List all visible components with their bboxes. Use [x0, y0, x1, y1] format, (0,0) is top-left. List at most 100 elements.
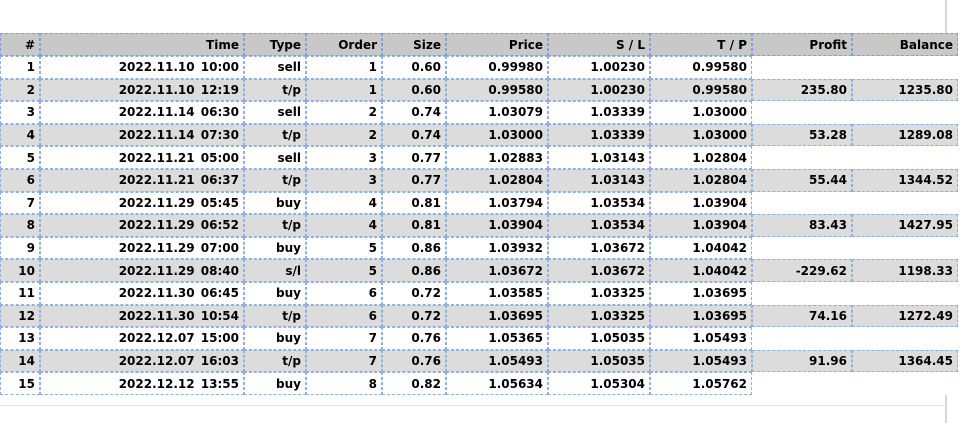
table-row[interactable]: 7 2022.11.29 05:45 buy 4 0.81 1.03794 1.03534 1… [0, 191, 958, 215]
cell-date: 2022.11.29 [118, 241, 195, 256]
cell-profit: 55.44 [752, 168, 852, 192]
cell-balance: 1344.52 [852, 168, 958, 192]
cell-stop-loss: 1.05035 [548, 349, 650, 373]
column-header-number[interactable]: # [0, 33, 40, 56]
cell-price: 1.03079 [446, 101, 548, 124]
cell-clock: 15:00 [200, 331, 239, 346]
cell-order: 6 [306, 304, 382, 328]
table-row[interactable]: 3 2022.11.14 06:30 sell 2 0.74 1.03079 1.03339… [0, 101, 958, 124]
cell-type: t/p [244, 168, 306, 192]
cell-price: 1.03585 [446, 281, 548, 305]
cell-balance [852, 101, 958, 124]
cell-take-profit: 1.03695 [650, 281, 752, 305]
cell-balance [852, 56, 958, 79]
cell-type: sell [244, 146, 306, 169]
cell-clock: 10:00 [200, 60, 239, 75]
cell-date: 2022.12.07 [118, 331, 195, 346]
cell-balance [852, 281, 958, 305]
cell-number: 15 [0, 372, 40, 395]
cell-number: 11 [0, 281, 40, 305]
cell-take-profit: 1.02804 [650, 168, 752, 192]
table-row[interactable]: 4 2022.11.14 07:30 t/p 2 0.74 1.03000 1.03339 1… [0, 123, 958, 147]
cell-stop-loss: 1.03143 [548, 146, 650, 169]
cell-size: 0.86 [382, 236, 446, 260]
cell-order: 3 [306, 168, 382, 192]
cell-date: 2022.11.14 [118, 128, 195, 143]
cell-number: 5 [0, 146, 40, 169]
column-header-stop-loss[interactable]: S / L [548, 33, 650, 56]
cell-order: 3 [306, 146, 382, 169]
cell-time: 2022.12.07 15:00 [40, 327, 244, 350]
cell-number: 4 [0, 123, 40, 147]
cell-time: 2022.11.29 08:40 [40, 259, 244, 282]
cell-clock: 10:54 [200, 308, 239, 323]
cell-number: 12 [0, 304, 40, 328]
cell-clock: 07:00 [200, 241, 239, 256]
cell-clock: 05:00 [200, 150, 239, 165]
column-header-take-profit[interactable]: T / P [650, 33, 752, 56]
column-header-order[interactable]: Order [306, 33, 382, 56]
column-header-type[interactable]: Type [244, 33, 306, 56]
cell-price: 0.99580 [446, 78, 548, 102]
cell-profit [752, 191, 852, 215]
cell-take-profit: 1.05493 [650, 349, 752, 373]
cell-time: 2022.11.10 10:00 [40, 56, 244, 79]
cell-size: 0.60 [382, 78, 446, 102]
cell-profit [752, 146, 852, 169]
table-row[interactable]: 2 2022.11.10 12:19 t/p 1 0.60 0.99580 1.00230 0… [0, 78, 958, 102]
cell-price: 1.05634 [446, 372, 548, 395]
cell-time: 2022.11.21 05:00 [40, 146, 244, 169]
cell-size: 0.74 [382, 123, 446, 147]
cell-order: 7 [306, 327, 382, 350]
column-header-balance[interactable]: Balance [852, 33, 958, 56]
cell-stop-loss: 1.03143 [548, 168, 650, 192]
cell-profit [752, 281, 852, 305]
cell-price: 1.03794 [446, 191, 548, 215]
cell-order: 5 [306, 259, 382, 282]
cell-profit: -229.62 [752, 259, 852, 282]
table-row[interactable]: 6 2022.11.21 06:37 t/p 3 0.77 1.02804 1.03143 1… [0, 168, 958, 192]
cell-profit: 53.28 [752, 123, 852, 147]
column-header-time[interactable]: Time [40, 33, 244, 56]
cell-stop-loss: 1.03534 [548, 191, 650, 215]
table-row[interactable]: 10 2022.11.29 08:40 s/l 5 0.86 1.03672 1.03672… [0, 259, 958, 282]
cell-balance [852, 236, 958, 260]
cell-take-profit: 1.05493 [650, 327, 752, 350]
table-row[interactable]: 13 2022.12.07 15:00 buy 7 0.76 1.05365 1.05035… [0, 327, 958, 350]
cell-stop-loss: 1.03534 [548, 214, 650, 237]
cell-stop-loss: 1.00230 [548, 78, 650, 102]
cell-balance: 1198.33 [852, 259, 958, 282]
trade-report-table: # Time Type Order Size Price S / L T / P… [0, 33, 958, 395]
cell-time: 2022.11.14 06:30 [40, 101, 244, 124]
cell-date: 2022.11.29 [118, 218, 195, 233]
cell-order: 2 [306, 123, 382, 147]
cell-date: 2022.11.14 [118, 105, 195, 120]
column-header-price[interactable]: Price [446, 33, 548, 56]
cell-type: t/p [244, 123, 306, 147]
cell-price: 1.05365 [446, 327, 548, 350]
cell-time: 2022.11.29 06:52 [40, 214, 244, 237]
column-header-size[interactable]: Size [382, 33, 446, 56]
cell-time: 2022.11.29 07:00 [40, 236, 244, 260]
cell-price: 1.03672 [446, 259, 548, 282]
cell-date: 2022.11.21 [118, 173, 195, 188]
cell-type: t/p [244, 214, 306, 237]
table-row[interactable]: 5 2022.11.21 05:00 sell 3 0.77 1.02883 1.03143… [0, 146, 958, 169]
cell-stop-loss: 1.03339 [548, 123, 650, 147]
table-row[interactable]: 11 2022.11.30 06:45 buy 6 0.72 1.03585 1.03325… [0, 281, 958, 305]
cell-size: 0.60 [382, 56, 446, 79]
table-row[interactable]: 15 2022.12.12 13:55 buy 8 0.82 1.05634 1.05304… [0, 372, 958, 395]
cell-date: 2022.11.30 [118, 308, 195, 323]
cell-stop-loss: 1.03339 [548, 101, 650, 124]
column-header-profit[interactable]: Profit [752, 33, 852, 56]
cell-profit [752, 327, 852, 350]
cell-take-profit: 0.99580 [650, 56, 752, 79]
cell-time: 2022.11.30 10:54 [40, 304, 244, 328]
table-row[interactable]: 12 2022.11.30 10:54 t/p 6 0.72 1.03695 1.03325… [0, 304, 958, 328]
table-row[interactable]: 8 2022.11.29 06:52 t/p 4 0.81 1.03904 1.03534 1… [0, 214, 958, 237]
table-row[interactable]: 9 2022.11.29 07:00 buy 5 0.86 1.03932 1.03672 1… [0, 236, 958, 260]
cell-order: 4 [306, 191, 382, 215]
table-row[interactable]: 14 2022.12.07 16:03 t/p 7 0.76 1.05493 1.05035… [0, 349, 958, 373]
cell-balance [852, 191, 958, 215]
table-row[interactable]: 1 2022.11.10 10:00 sell 1 0.60 0.99980 1.00230… [0, 56, 958, 79]
